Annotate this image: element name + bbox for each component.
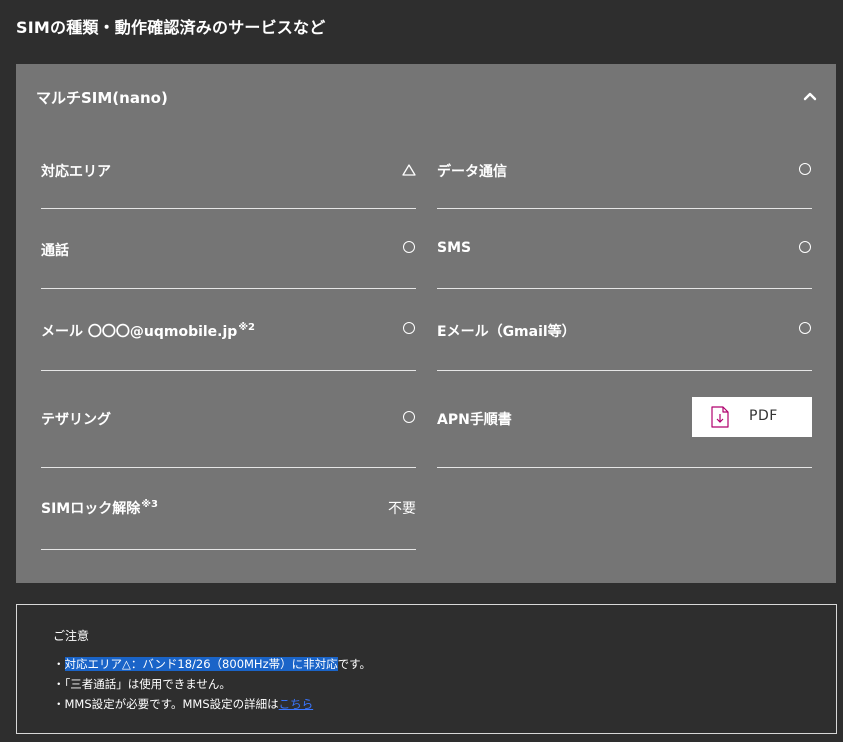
spec-row-tethering: テザリング (41, 371, 416, 468)
triangle-mark-icon (402, 164, 416, 176)
spec-row-area: 対応エリア (41, 128, 416, 209)
page: SIMの種類・動作確認済みのサービスなど マルチSIM(nano) 対応エリア … (0, 0, 843, 742)
mms-details-link[interactable]: こちら (279, 697, 314, 711)
spec-label: データ通信 (437, 164, 507, 180)
pdf-button-label: PDF (749, 408, 778, 424)
pdf-download-icon (711, 406, 729, 428)
circle-mark-icon (403, 322, 415, 334)
circle-mark-icon (799, 163, 811, 175)
spec-label: 通話 (41, 243, 69, 259)
spec-row-call: 通話 (41, 208, 416, 289)
spec-label-text: SIMロック解除 (41, 501, 141, 517)
spec-row-simlock: SIMロック解除※3 不要 (41, 468, 416, 550)
spec-row-data: データ通信 (437, 128, 812, 209)
circle-mark-icon (799, 322, 811, 334)
footnote-mark: ※3 (141, 499, 158, 510)
notice-box: ご注意 ・対応エリア△：バンド18/26（800MHz帯）に非対応です。 ・「三… (16, 604, 837, 734)
notice-line-text: ・MMS設定が必要です。MMS設定の詳細は (53, 697, 279, 711)
sim-card-panel: マルチSIM(nano) 対応エリア 通話 メール 〇〇〇@uqmobile.j… (16, 64, 836, 583)
notice-bullet: ・ (53, 657, 65, 671)
notice-title: ご注意 (53, 629, 90, 643)
spec-row-email: Eメール（Gmail等） (437, 289, 812, 371)
spec-label: テザリング (41, 412, 111, 428)
apn-divider (437, 467, 812, 468)
spec-value: 不要 (388, 501, 416, 517)
chevron-up-icon[interactable] (802, 88, 818, 104)
spec-label: 対応エリア (41, 164, 111, 180)
notice-line-mms: ・MMS設定が必要です。MMS設定の詳細はこちら (53, 696, 313, 712)
accordion-title: マルチSIM(nano) (36, 89, 168, 107)
page-title: SIMの種類・動作確認済みのサービスなど (16, 18, 326, 37)
notice-line-call: ・「三者通話」は使用できません。 (53, 677, 231, 691)
apn-pdf-button[interactable]: PDF (692, 397, 812, 437)
notice-line-suffix: です。 (337, 657, 371, 671)
notice-line-area: ・対応エリア△：バンド18/26（800MHz帯）に非対応です。 (53, 656, 371, 672)
spec-label: SIMロック解除※3 (41, 498, 158, 518)
spec-row-mail: メール 〇〇〇@uqmobile.jp※2 (41, 289, 416, 371)
spec-label: メール 〇〇〇@uqmobile.jp※2 (41, 321, 255, 341)
notice-highlighted-text: 対応エリア△：バンド18/26（800MHz帯）に非対応 (64, 657, 338, 671)
circle-mark-icon (403, 411, 415, 423)
spec-label: SMS (437, 240, 472, 256)
spec-label: APN手順書 (437, 412, 512, 428)
footnote-mark: ※2 (238, 322, 256, 333)
spec-label-text: メール 〇〇〇@uqmobile.jp (41, 324, 238, 340)
spec-row-sms: SMS (437, 208, 812, 289)
circle-mark-icon (403, 241, 415, 253)
circle-mark-icon (799, 241, 811, 253)
accordion-header[interactable]: マルチSIM(nano) (16, 64, 836, 128)
spec-label: Eメール（Gmail等） (437, 324, 576, 340)
